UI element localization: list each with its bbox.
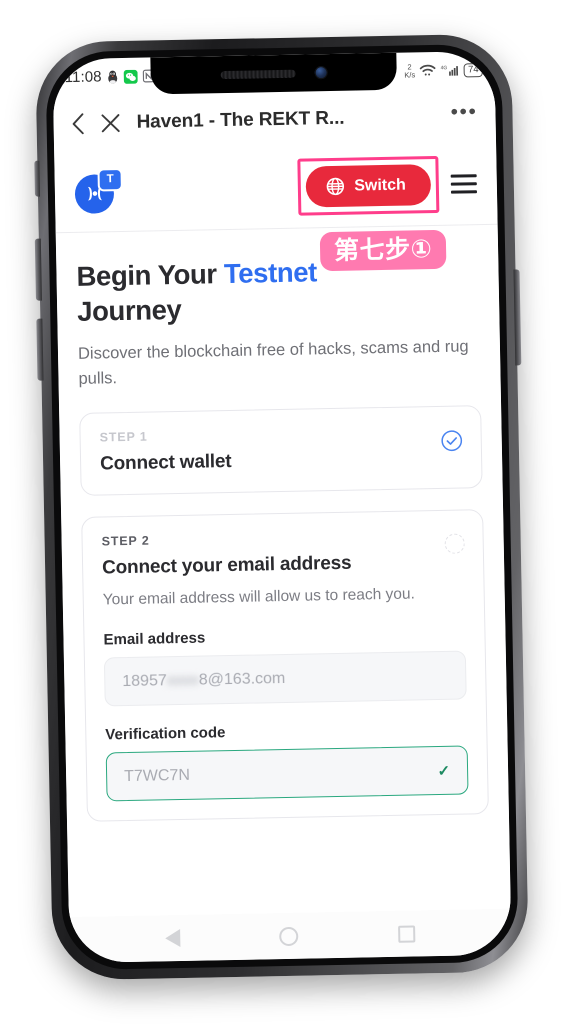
headline-part-2: Journey bbox=[76, 294, 182, 328]
status-bar-left: 11:08 bbox=[65, 67, 155, 86]
verification-code-input[interactable]: T7WC7N ✓ bbox=[105, 745, 469, 802]
testnet-badge: T bbox=[97, 167, 123, 191]
check-circle-icon bbox=[441, 430, 463, 451]
page-content: Begin Your Testnet Journey Discover the … bbox=[56, 225, 509, 823]
wifi-icon bbox=[420, 64, 436, 76]
email-prefix: 18957 bbox=[122, 672, 167, 691]
android-back-icon[interactable] bbox=[164, 929, 181, 948]
site-top-bar: T Switch bbox=[54, 142, 498, 234]
signal-4g-icon: 4G bbox=[441, 65, 459, 76]
step-card-1[interactable]: STEP 1 Connect wallet bbox=[79, 405, 483, 496]
hamburger-line bbox=[450, 182, 477, 186]
step-1-title: Connect wallet bbox=[99, 450, 232, 475]
page-subheadline: Discover the blockchain free of hacks, s… bbox=[77, 337, 469, 389]
email-input-value: 18957xxxx8@163.com bbox=[122, 670, 285, 691]
front-camera-icon bbox=[314, 66, 328, 80]
step-annotation-badge: 第七步① bbox=[319, 229, 447, 272]
verification-code-label: Verification code bbox=[105, 724, 226, 744]
status-clock: 11:08 bbox=[64, 68, 102, 87]
volume-up-button[interactable] bbox=[34, 238, 42, 301]
step-card-2[interactable]: STEP 2 Connect your email address Your e… bbox=[81, 509, 489, 823]
battery-indicator: 74 bbox=[463, 62, 483, 77]
verification-code-row: T7WC7N ✓ bbox=[124, 762, 450, 786]
data-rate-unit: K/s bbox=[404, 69, 416, 80]
verification-code-value: T7WC7N bbox=[123, 766, 191, 786]
email-suffix: 8@163.com bbox=[198, 669, 286, 689]
switch-button-label: Switch bbox=[354, 176, 406, 195]
headline-accent: Testnet bbox=[223, 256, 318, 290]
close-x-icon[interactable] bbox=[100, 113, 120, 133]
qq-penguin-icon bbox=[108, 70, 118, 84]
step-2-status bbox=[444, 533, 465, 554]
phone-screen: 11:08 2 K/s 4G 74 Haven1 - The REKT R...… bbox=[52, 50, 512, 964]
headline-part-1: Begin Your bbox=[76, 258, 225, 292]
switch-button-highlight: Switch bbox=[297, 155, 440, 216]
phone-notch bbox=[150, 52, 398, 95]
step-2-description: Your email address will allow us to reac… bbox=[102, 585, 416, 609]
android-home-icon[interactable] bbox=[279, 926, 299, 946]
data-rate-indicator: 2 K/s bbox=[404, 62, 416, 80]
wechat-icon bbox=[123, 69, 138, 84]
browser-header: Haven1 - The REKT R... ••• bbox=[53, 87, 497, 152]
silent-switch-button[interactable] bbox=[34, 160, 40, 197]
hamburger-line bbox=[450, 190, 478, 194]
step-1-label: STEP 1 bbox=[99, 429, 148, 445]
check-icon: ✓ bbox=[437, 762, 451, 780]
android-nav-bar bbox=[68, 908, 512, 964]
haven1-logo[interactable]: T bbox=[74, 167, 129, 214]
globe-icon bbox=[327, 177, 345, 196]
hamburger-line bbox=[450, 174, 477, 178]
svg-text:4G: 4G bbox=[441, 65, 448, 71]
screenshot-stage: 11:08 2 K/s 4G 74 Haven1 - The REKT R...… bbox=[0, 0, 563, 1024]
step-1-status bbox=[441, 429, 464, 456]
phone-device-frame: 11:08 2 K/s 4G 74 Haven1 - The REKT R...… bbox=[34, 33, 529, 981]
status-bar-right: 2 K/s 4G 74 bbox=[404, 62, 483, 80]
email-input[interactable]: 18957xxxx8@163.com bbox=[103, 650, 467, 707]
email-field-label: Email address bbox=[103, 629, 206, 649]
page-title: Haven1 - The REKT R... bbox=[136, 107, 345, 133]
empty-circle-icon bbox=[444, 533, 465, 554]
android-recents-icon[interactable] bbox=[398, 925, 416, 943]
step-2-title: Connect your email address bbox=[101, 552, 352, 579]
more-options-icon[interactable]: ••• bbox=[450, 100, 478, 125]
email-redacted-part: xxxx bbox=[166, 671, 199, 690]
step-2-label: STEP 2 bbox=[101, 533, 150, 549]
power-button[interactable] bbox=[513, 269, 522, 366]
volume-down-button[interactable] bbox=[36, 318, 44, 381]
chevron-left-icon[interactable] bbox=[71, 112, 84, 134]
hamburger-menu-icon[interactable] bbox=[450, 174, 478, 194]
phone-bezel: 11:08 2 K/s 4G 74 Haven1 - The REKT R...… bbox=[45, 43, 519, 971]
switch-network-button[interactable]: Switch bbox=[305, 164, 432, 208]
speaker-grille-icon bbox=[220, 69, 296, 79]
